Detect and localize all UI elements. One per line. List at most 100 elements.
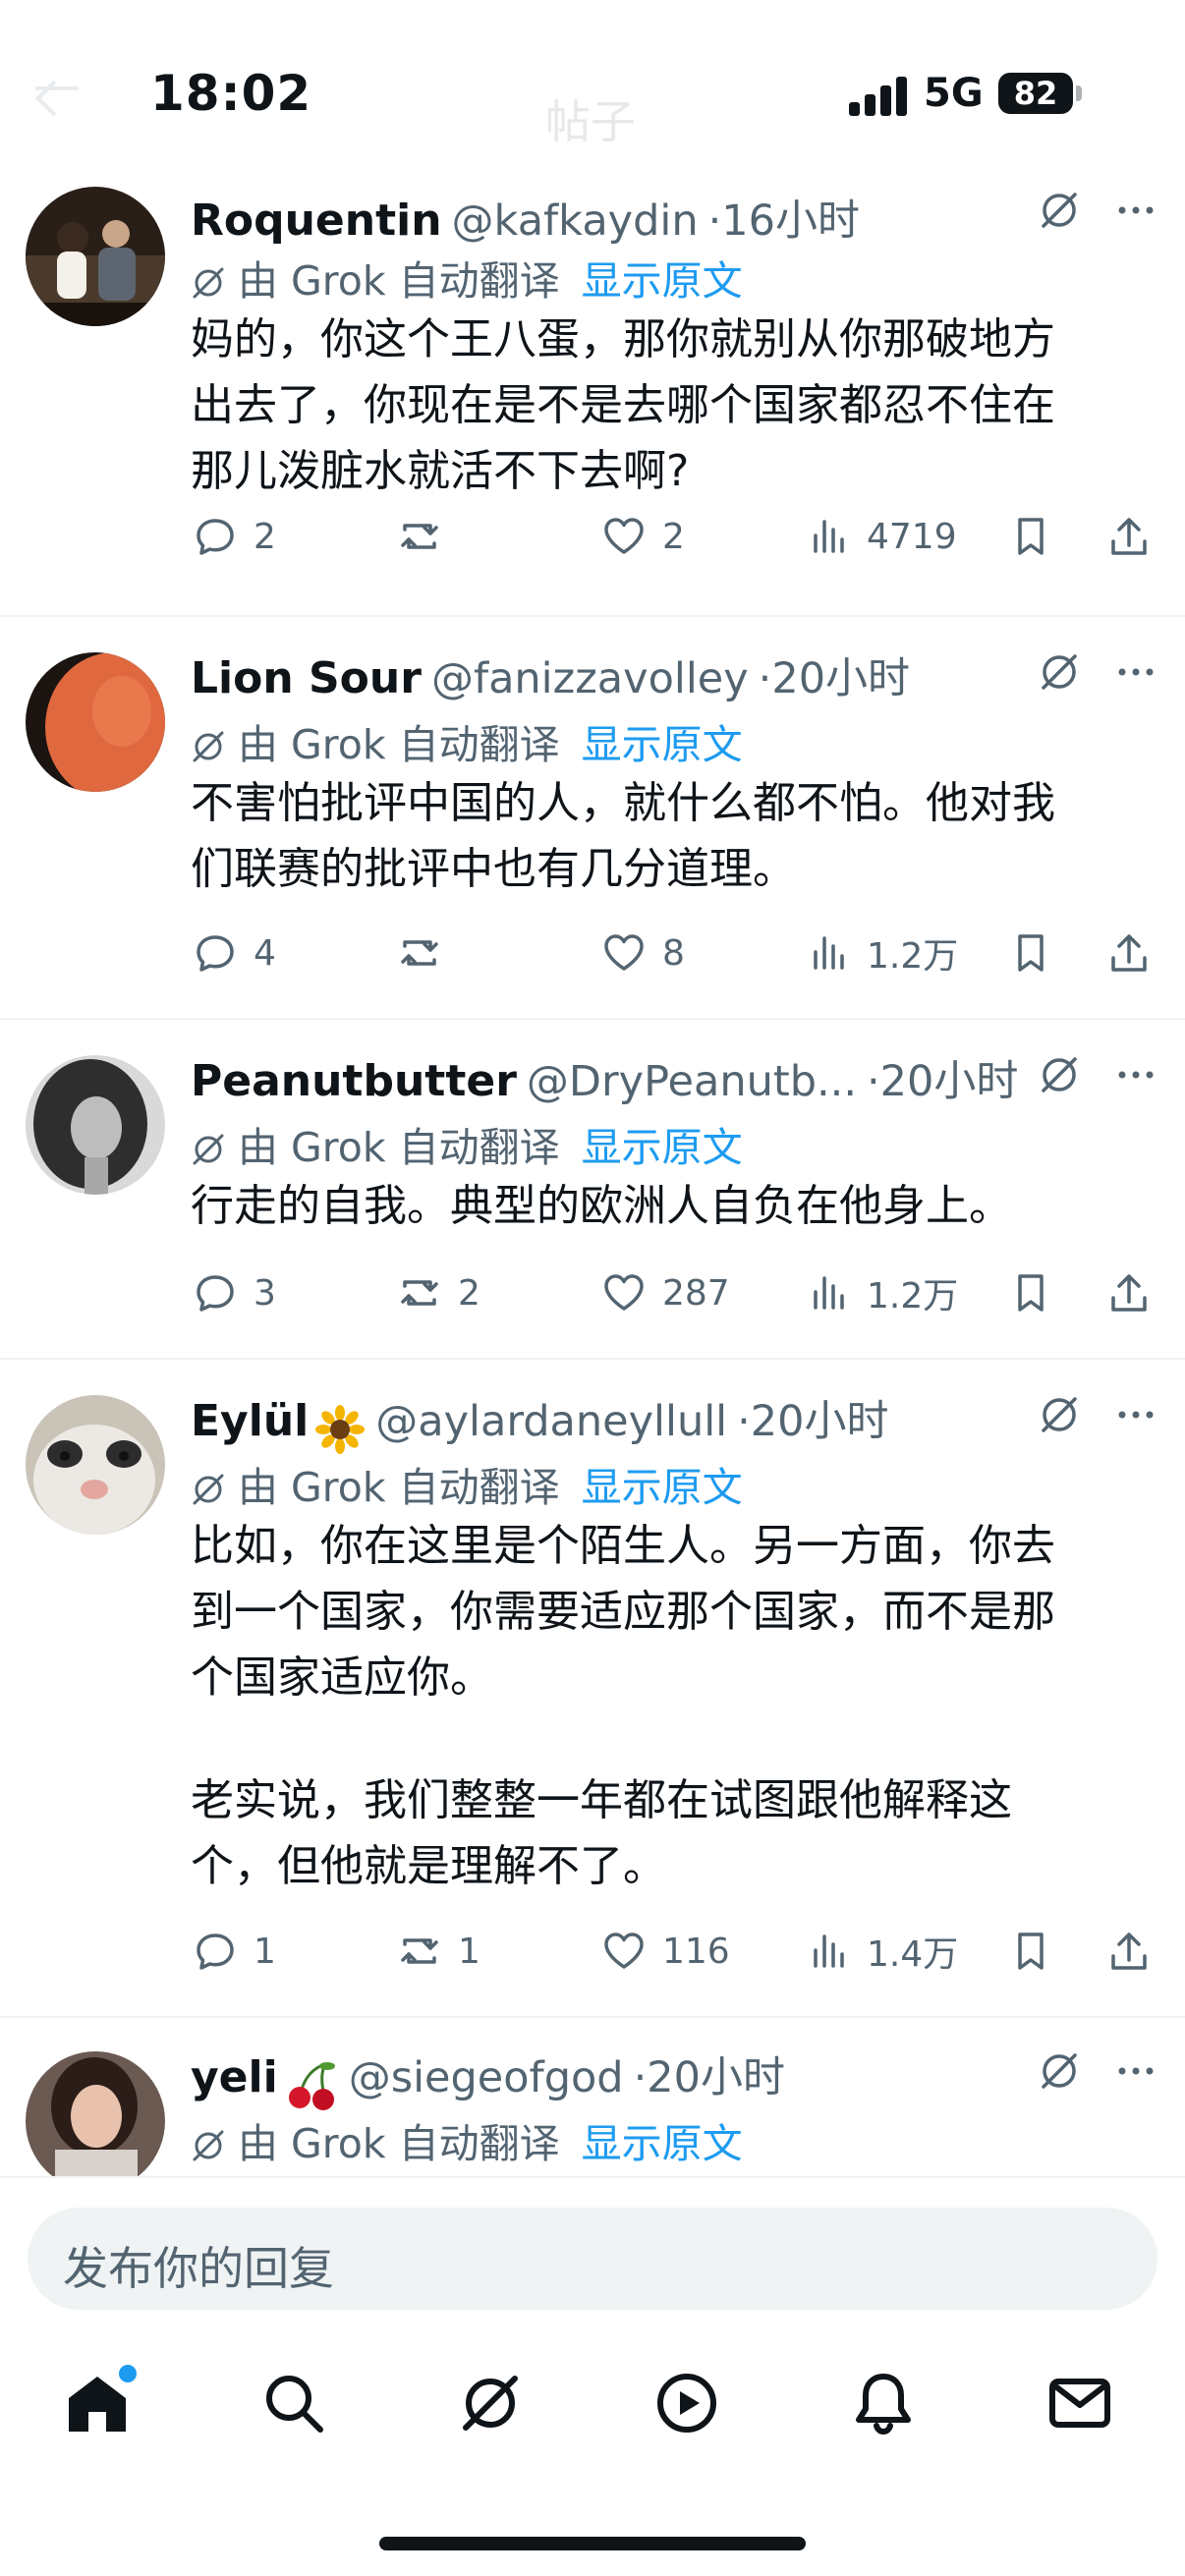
like-button[interactable]: 116: [599, 1922, 730, 1981]
tab-grok[interactable]: [456, 2369, 535, 2447]
author-name[interactable]: Eylül: [191, 1396, 309, 1446]
view-count: 1.2万: [867, 1276, 959, 1316]
retweet-button[interactable]: 2: [395, 1263, 480, 1322]
share-button[interactable]: [1104, 507, 1154, 566]
share-button[interactable]: [1104, 924, 1154, 982]
heart-icon: [604, 1274, 644, 1311]
author-handle[interactable]: @siegeofgod: [349, 2053, 624, 2102]
bookmark-button[interactable]: [1006, 924, 1055, 982]
reply-icon: [197, 935, 234, 972]
show-original-link[interactable]: 显示原文: [582, 1124, 743, 1171]
show-original-link[interactable]: 显示原文: [582, 2120, 743, 2167]
more-options-icon[interactable]: [1114, 650, 1157, 694]
reply-button[interactable]: 3: [191, 1263, 276, 1322]
bookmark-button[interactable]: [1006, 1922, 1055, 1981]
text-line: 老实说，我们整整一年都在试图跟他解释这: [191, 1775, 1012, 1825]
show-original-link[interactable]: 显示原文: [582, 721, 743, 768]
author-name[interactable]: yeli: [191, 2052, 278, 2102]
tweet[interactable]: Lion Sour @fanizzavolley ·20小时 由 Grok 自动翻译…: [0, 617, 1185, 1020]
author-handle[interactable]: @fanizzavolley: [431, 654, 749, 703]
reply-feed: Roquentin @kafkaydin ·16小时 由 Grok 自动翻译 显示原文…: [0, 0, 1185, 2176]
show-original-link[interactable]: 显示原文: [582, 1464, 743, 1511]
tweet-time[interactable]: 20小时: [771, 654, 910, 703]
show-original-link[interactable]: 显示原文: [582, 257, 743, 305]
tweet-time[interactable]: 16小时: [721, 196, 860, 246]
tab-notifications[interactable]: [849, 2369, 928, 2447]
avatar[interactable]: [26, 187, 165, 326]
retweet-icon: [401, 1280, 438, 1306]
tweet-time[interactable]: 20小时: [880, 1057, 1019, 1106]
retweet-button[interactable]: 1: [395, 1922, 480, 1981]
bookmark-button[interactable]: [1006, 507, 1055, 566]
more-options-icon[interactable]: [1114, 189, 1157, 232]
tweet-time[interactable]: 20小时: [647, 2053, 785, 2102]
tweet[interactable]: Eylül @aylardaneyllull ·20小时 由 Grok 自动翻译 显示…: [0, 1360, 1185, 2018]
reply-bar: 发布你的回复: [0, 2176, 1185, 2325]
grok-icon[interactable]: [1038, 1053, 1081, 1096]
reply-button[interactable]: 4: [191, 924, 276, 982]
share-icon: [1111, 518, 1147, 555]
grok-translate-icon: [191, 1470, 226, 1505]
retweet-button[interactable]: [395, 507, 458, 566]
author-handle[interactable]: @aylardaneyllull: [375, 1397, 727, 1446]
text-line: 们联赛的批评中也有几分道理。: [191, 844, 796, 894]
more-options-icon[interactable]: [1114, 1393, 1157, 1436]
more-options-icon[interactable]: [1114, 2049, 1157, 2093]
reply-count: 1: [254, 1931, 276, 1972]
like-count: 116: [662, 1931, 730, 1972]
grok-icon[interactable]: [1038, 2049, 1081, 2093]
reply-button[interactable]: 1: [191, 1922, 276, 1981]
author-name[interactable]: Roquentin: [191, 196, 442, 246]
heart-icon: [604, 518, 644, 554]
reply-icon: [197, 1275, 234, 1312]
text-line: 那儿泼脏水就活不下去啊?: [191, 446, 690, 496]
author-name[interactable]: Lion Sour: [191, 653, 422, 703]
avatar[interactable]: [26, 652, 165, 792]
tweet[interactable]: Peanutbutter @DryPeanutb... ·20小时 由 Grok 自…: [0, 1020, 1185, 1360]
author-name[interactable]: Peanutbutter: [191, 1056, 517, 1106]
avatar[interactable]: [26, 2051, 165, 2176]
views-button[interactable]: 4719: [804, 507, 957, 566]
grok-translate-icon: [191, 727, 226, 762]
tweet-time[interactable]: 20小时: [751, 1397, 889, 1446]
bookmark-icon: [1018, 934, 1044, 972]
like-button[interactable]: 287: [599, 1263, 730, 1322]
text-line: 个国家适应你。: [191, 1652, 493, 1703]
search-icon: [266, 2376, 323, 2433]
avatar[interactable]: [26, 1055, 165, 1195]
author-handle[interactable]: @DryPeanutb...: [527, 1057, 857, 1106]
avatar[interactable]: [26, 1395, 165, 1535]
bookmark-button[interactable]: [1006, 1263, 1055, 1322]
heart-icon: [604, 934, 644, 971]
tweet[interactable]: Roquentin @kafkaydin ·16小时 由 Grok 自动翻译 显示原文…: [0, 187, 1185, 617]
home-indicator: [379, 2537, 806, 2550]
tab-messages[interactable]: [1045, 2369, 1124, 2447]
tab-search[interactable]: [259, 2369, 338, 2447]
view-count: 4719: [867, 516, 957, 557]
tweet-actions: 1 1 116 1.4万: [191, 1922, 1163, 1981]
messages-icon: [1049, 2379, 1110, 2428]
back-arrow-icon[interactable]: [35, 86, 79, 90]
reply-button[interactable]: 2: [191, 507, 276, 566]
view-count: 1.2万: [867, 936, 959, 977]
reply-icon: [197, 1933, 234, 1970]
author-handle[interactable]: @kafkaydin: [452, 196, 699, 246]
views-button[interactable]: 1.2万: [804, 924, 958, 982]
tab-video[interactable]: [652, 2369, 731, 2447]
like-button[interactable]: 2: [599, 507, 685, 566]
more-options-icon[interactable]: [1114, 1053, 1157, 1096]
like-button[interactable]: 8: [599, 924, 685, 982]
tweet-text: 比如，你在这里是个陌生人。另一方面，你去 到一个国家，你需要适应那个国家，而不是…: [191, 1513, 1154, 1899]
share-button[interactable]: [1104, 1922, 1154, 1981]
views-button[interactable]: 1.4万: [804, 1922, 958, 1981]
status-bar: 帖子 18:02 5G 82: [0, 0, 1185, 187]
share-button[interactable]: [1104, 1263, 1154, 1322]
views-button[interactable]: 1.2万: [804, 1263, 958, 1322]
tweet[interactable]: yeli @siegeofgod ·20小时 由 Grok 自动翻译 显示原文: [0, 2018, 1185, 2176]
status-time: 18:02: [150, 65, 312, 122]
grok-icon[interactable]: [1038, 189, 1081, 232]
grok-icon[interactable]: [1038, 1393, 1081, 1436]
retweet-icon: [401, 940, 438, 966]
retweet-button[interactable]: [395, 924, 458, 982]
grok-icon[interactable]: [1038, 650, 1081, 694]
